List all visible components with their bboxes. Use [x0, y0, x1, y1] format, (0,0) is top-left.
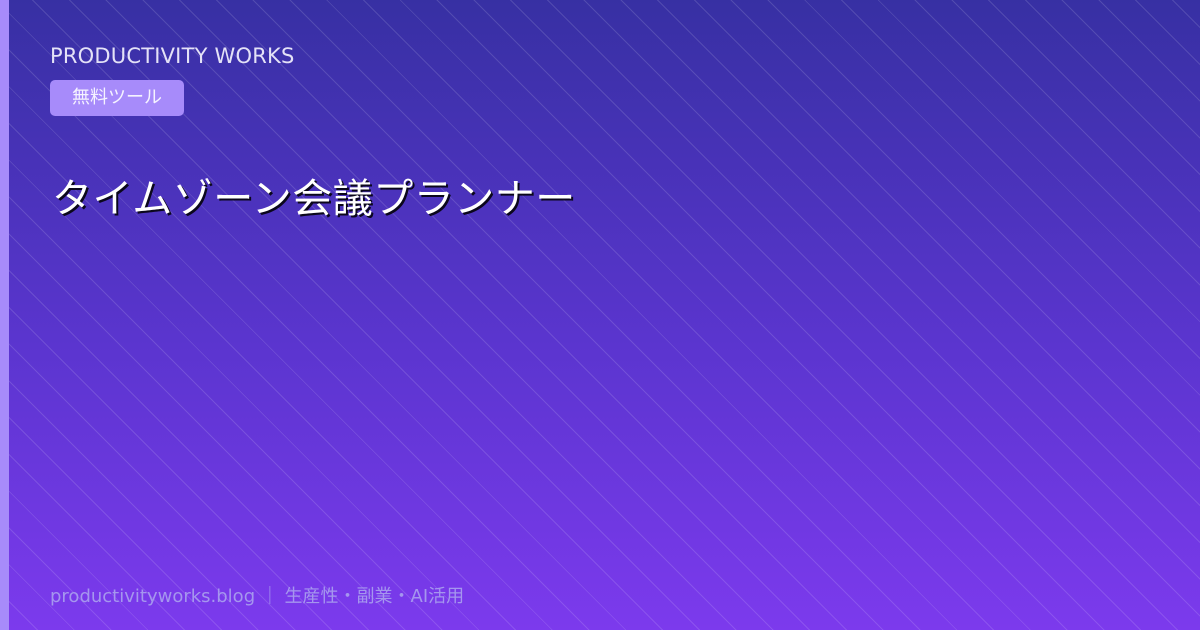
brand-name: PRODUCTIVITY WORKS — [50, 44, 295, 68]
page-title: タイムゾーン会議プランナー — [52, 176, 576, 222]
left-accent-bar — [0, 0, 9, 630]
footer-tagline: productivityworks.blog ｜ 生産性・副業・AI活用 — [50, 586, 465, 607]
category-badge: 無料ツール — [50, 80, 184, 116]
og-card: PRODUCTIVITY WORKS 無料ツール タイムゾーン会議プランナー p… — [0, 0, 1200, 630]
